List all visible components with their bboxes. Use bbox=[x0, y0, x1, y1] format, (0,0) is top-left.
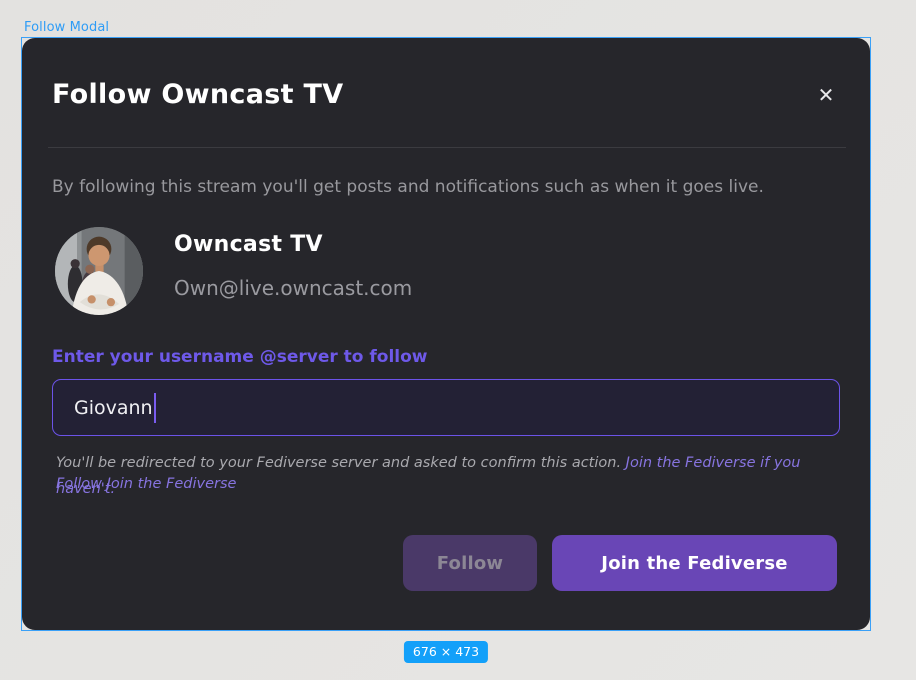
size-badge: 676 × 473 bbox=[404, 641, 488, 663]
username-input[interactable]: Giovann bbox=[52, 379, 840, 436]
account-row: Owncast TV Own@live.owncast.com bbox=[55, 227, 555, 317]
join-fediverse-button[interactable]: Join the Fediverse bbox=[552, 535, 837, 591]
help-text: You'll be redirected to your Fediverse s… bbox=[56, 455, 626, 471]
close-icon: ✕ bbox=[818, 86, 835, 106]
divider bbox=[48, 147, 846, 148]
selection-outline: Follow Owncast TV ✕ By following this st… bbox=[22, 38, 870, 630]
frame-label[interactable]: Follow Modal bbox=[24, 20, 109, 35]
username-label: Enter your username @server to follow bbox=[52, 347, 428, 367]
account-handle: Own@live.owncast.com bbox=[174, 276, 412, 300]
username-input-value: Giovann bbox=[74, 397, 153, 419]
avatar-image bbox=[55, 227, 143, 315]
follow-modal: Follow Owncast TV ✕ By following this st… bbox=[22, 38, 870, 630]
close-button[interactable]: ✕ bbox=[812, 82, 840, 110]
avatar bbox=[55, 227, 143, 315]
follow-button[interactable]: Follow bbox=[403, 535, 537, 591]
follow-join-fediverse-link[interactable]: Follow Join the Fediverse bbox=[56, 476, 236, 492]
modal-description: By following this stream you'll get post… bbox=[52, 177, 830, 197]
button-row: Follow Join the Fediverse bbox=[403, 535, 837, 591]
account-name: Owncast TV bbox=[174, 232, 323, 257]
design-canvas: Follow Modal Follow Owncast TV ✕ By foll… bbox=[0, 0, 916, 680]
modal-title: Follow Owncast TV bbox=[52, 79, 343, 110]
text-caret bbox=[154, 393, 156, 423]
